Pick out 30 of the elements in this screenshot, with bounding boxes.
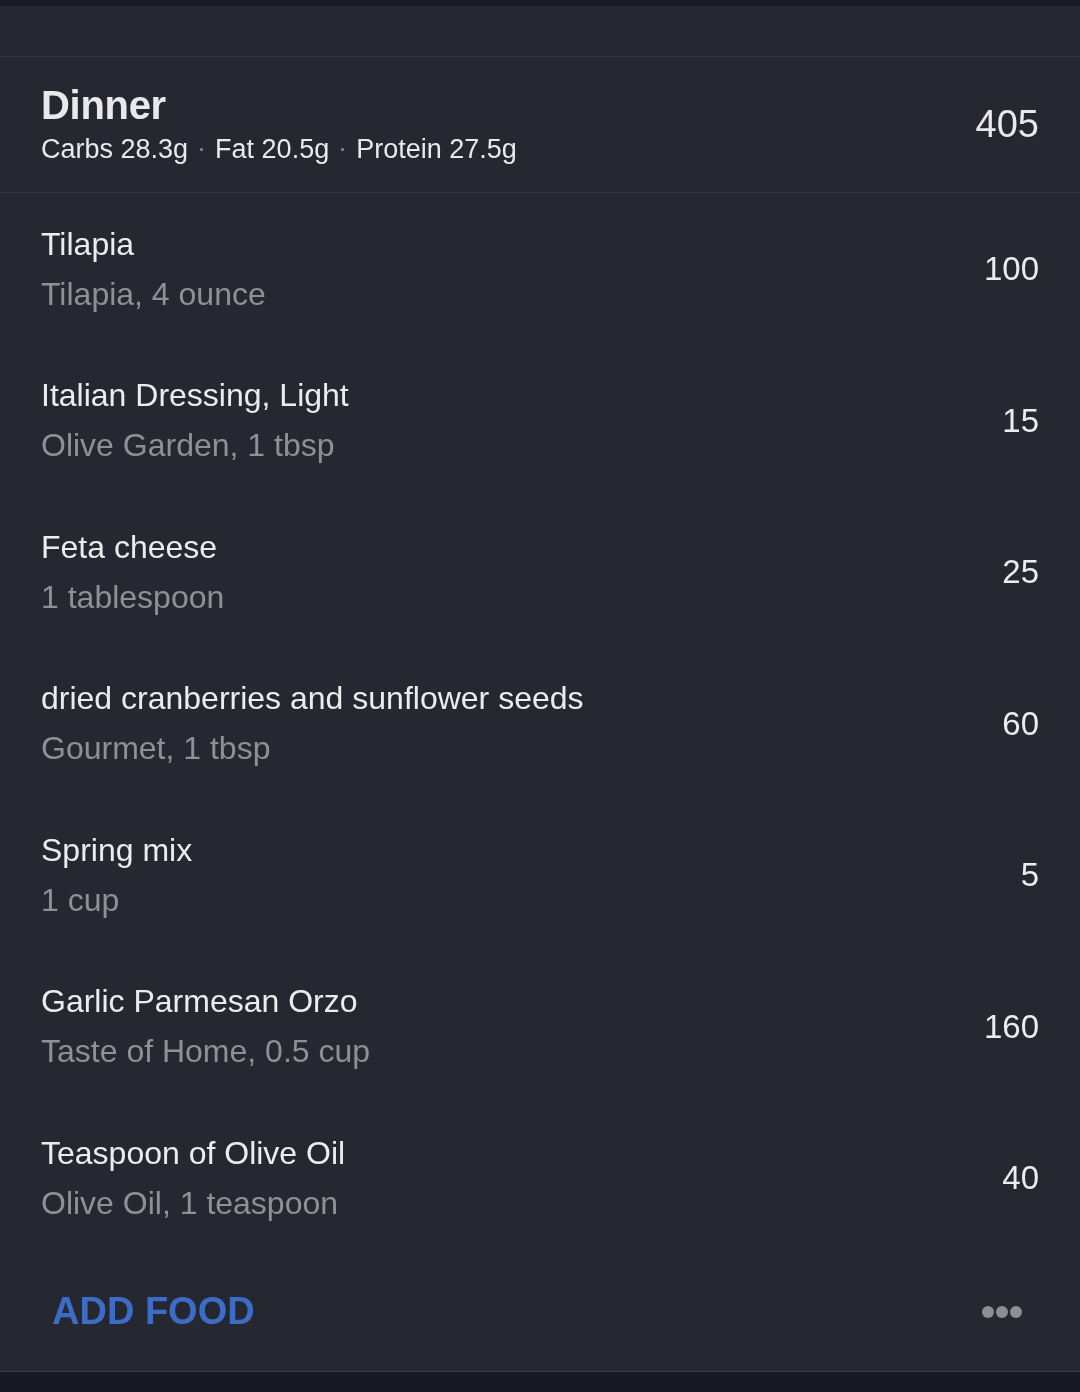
food-name: Feta cheese (41, 527, 218, 567)
food-name: Tilapia (41, 224, 135, 264)
food-serving: 1 tablespoon (41, 577, 225, 617)
food-name: Garlic Parmesan Orzo (41, 982, 358, 1022)
macro-value: Fat 20.5g (215, 133, 330, 166)
meal-calories: 405 (975, 103, 1039, 146)
macro-value: Protein 27.5g (356, 133, 517, 166)
more-icon[interactable] (982, 1306, 1022, 1318)
food-name: dried cranberries and sunflower seeds (41, 679, 584, 719)
food-calories: 40 (1002, 1158, 1039, 1198)
food-serving: Olive Garden, 1 tbsp (41, 426, 335, 466)
food-serving: 1 cup (41, 880, 120, 920)
food-calories: 160 (983, 1006, 1039, 1047)
food-calories: 100 (983, 249, 1039, 289)
add-food-button[interactable]: ADD FOOD (52, 1291, 255, 1333)
macro-value: Carbs 28.3g (41, 133, 189, 166)
food-calories: 15 (1002, 400, 1039, 441)
food-name: Spring mix (41, 830, 193, 870)
food-serving: Taste of Home, 0.5 cup (41, 1032, 371, 1072)
food-serving: Tilapia, 4 ounce (41, 274, 266, 314)
food-name: Italian Dressing, Light (41, 376, 349, 416)
food-name: Teaspoon of Olive Oil (41, 1133, 346, 1173)
separator-dot-icon (341, 148, 345, 151)
meal-title: Dinner (41, 83, 166, 128)
food-serving: Gourmet, 1 tbsp (41, 729, 271, 769)
separator-dot-icon (200, 148, 204, 151)
food-calories: 5 (1020, 855, 1039, 895)
food-calories: 60 (1002, 703, 1039, 744)
food-serving: Olive Oil, 1 teaspoon (41, 1183, 339, 1223)
food-calories: 25 (1002, 552, 1039, 592)
